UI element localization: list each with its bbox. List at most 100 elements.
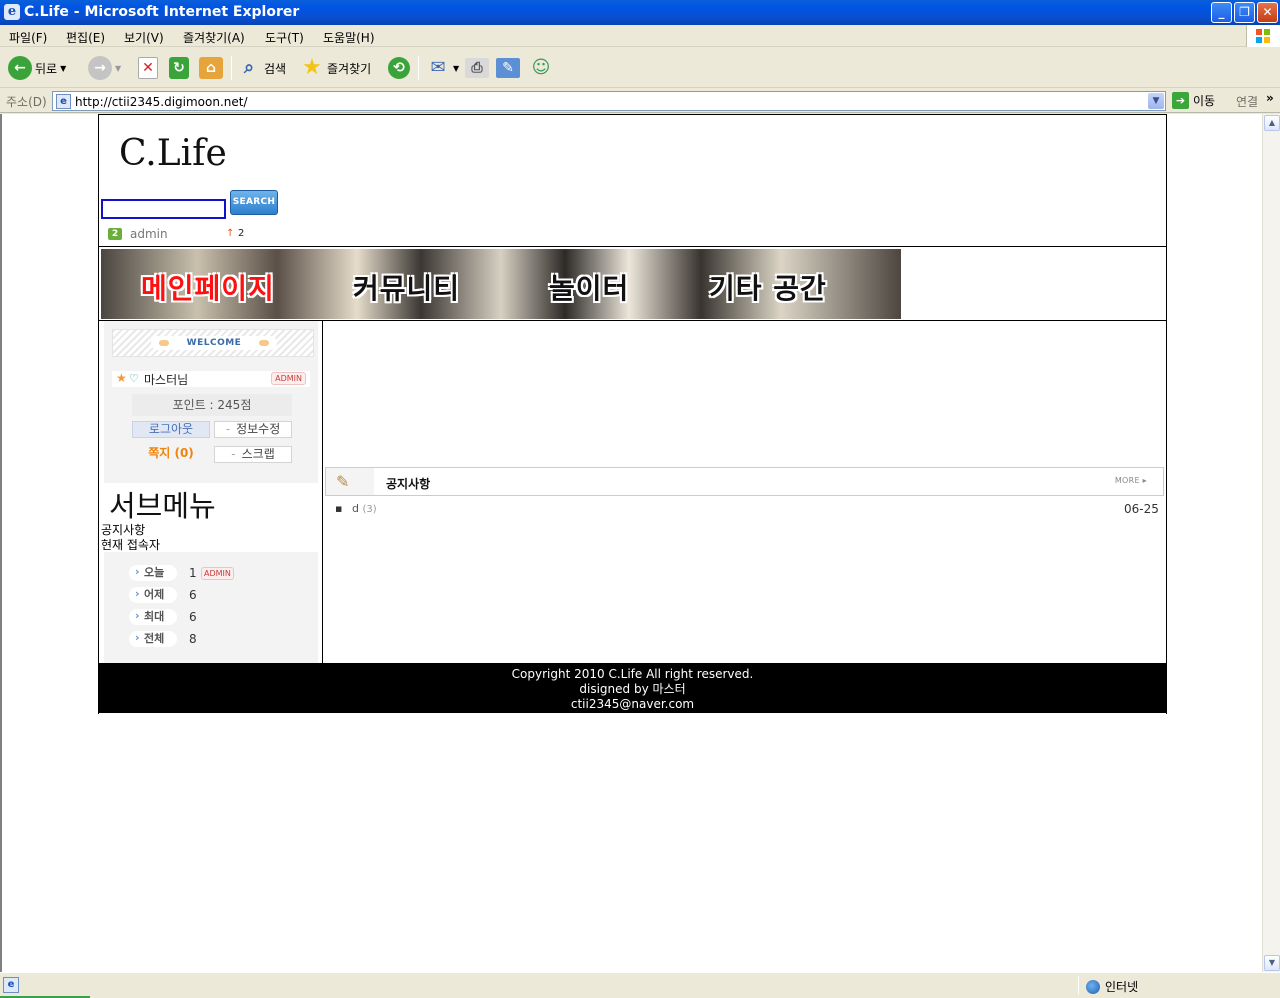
visitor-label: 오늘	[129, 564, 177, 581]
nav-playground[interactable]: 놀이터	[549, 267, 629, 307]
edit-info-label: 정보수정	[236, 422, 281, 436]
site-search-button[interactable]: SEARCH	[230, 190, 278, 215]
address-input[interactable]: e http://ctii2345.digimoon.net/ ▼	[52, 91, 1166, 111]
visitor-row-yesterday: 어제 6	[129, 586, 289, 605]
search-toolbar-label: 검색	[264, 61, 287, 76]
window-titlebar: e C.Life - Microsoft Internet Explorer _…	[0, 0, 1280, 25]
history-button[interactable]: ⟲	[388, 54, 410, 82]
go-button[interactable]: ➔ 이동	[1172, 92, 1215, 109]
edit-info-button[interactable]: - 정보수정	[214, 421, 292, 438]
notice-item[interactable]: ▪ d (3)	[335, 502, 377, 515]
windows-flag-icon	[1255, 28, 1271, 44]
edit-page-icon: ✎	[496, 58, 520, 78]
links-label[interactable]: 연결	[1236, 93, 1258, 110]
printer-icon: ⎙	[465, 58, 489, 78]
magnifier-icon: ⌕	[243, 57, 255, 78]
address-dropdown-icon[interactable]: ▼	[1148, 93, 1164, 109]
user-points: 포인트 : 245점	[132, 394, 292, 416]
refresh-icon: ↻	[169, 57, 189, 79]
minimize-button[interactable]: _	[1211, 2, 1232, 23]
go-arrow-icon: ➔	[1172, 92, 1189, 109]
star-icon: ★	[302, 55, 322, 80]
menu-view[interactable]: 보기(V)	[124, 29, 164, 46]
ie-app-icon: e	[4, 4, 20, 20]
maximize-button[interactable]: ❐	[1234, 2, 1255, 23]
menu-tools[interactable]: 도구(T)	[265, 29, 304, 46]
address-url[interactable]: http://ctii2345.digimoon.net/	[75, 95, 248, 109]
notice-title[interactable]: 공지사항	[386, 475, 430, 492]
menu-file[interactable]: 파일(F)	[9, 29, 47, 46]
forward-arrow-icon: →	[88, 56, 112, 80]
address-bar: 주소(D) e http://ctii2345.digimoon.net/ ▼ …	[0, 89, 1280, 113]
toolbar: ← 뒤로 ▼ → ▼ ✕ ↻ ⌂ ⌕ 검색 ★ 즐겨찾기 ⟲ ✉ ▼ ⎙ ✎ ☺	[0, 48, 1280, 88]
vertical-scrollbar[interactable]: ▲ ▼	[1262, 114, 1280, 972]
submenu-link-online-users[interactable]: 현재 접속자	[101, 536, 160, 553]
notice-item-date: 06-25	[1124, 502, 1159, 516]
rank-up-icon: ↑	[226, 228, 235, 239]
print-button[interactable]: ⎙	[465, 54, 489, 82]
address-label: 주소(D)	[6, 95, 47, 109]
home-icon: ⌂	[199, 57, 223, 79]
browser-viewport: C.Life SEARCH 2 admin ↑ 2 메인페이지 커뮤니티 놀이터…	[0, 114, 1262, 972]
admin-name[interactable]: admin	[130, 227, 168, 241]
messages-button[interactable]: 쪽지 (0)	[132, 446, 210, 463]
search-toolbar-button[interactable]: ⌕ 검색	[237, 54, 286, 82]
left-sidebar: WELCOME ★ ♡ 마스터님 ADMIN 포인트 : 245점 로그아웃 -…	[99, 321, 323, 664]
back-button[interactable]: ← 뒤로 ▼	[8, 54, 66, 82]
visitor-stats: 오늘 1 ADMIN 어제 6 최대 6 전체 8	[104, 552, 318, 664]
forward-button[interactable]: → ▼	[88, 54, 121, 82]
nav-other-space[interactable]: 기타 공간	[709, 267, 827, 307]
mail-icon: ✉	[430, 57, 446, 78]
admin-tag: ADMIN	[201, 567, 234, 580]
more-label: MORE	[1114, 476, 1140, 485]
menu-favorites[interactable]: 즐겨찾기(A)	[183, 29, 245, 46]
globe-icon	[1086, 979, 1100, 994]
mail-dropdown-icon[interactable]: ▼	[453, 64, 459, 73]
back-dropdown-icon[interactable]: ▼	[60, 64, 66, 73]
messenger-button[interactable]: ☺	[529, 54, 553, 82]
toolbar-separator	[418, 56, 419, 80]
nav-main-page[interactable]: 메인페이지	[141, 267, 275, 307]
nav-community[interactable]: 커뮤니티	[353, 267, 460, 307]
edit-page-button[interactable]: ✎	[496, 54, 520, 82]
footer-email: ctii2345@naver.com	[570, 697, 695, 711]
brush-icon: ✎	[336, 472, 350, 491]
admin-level-badge: 2	[108, 228, 122, 240]
favorites-button[interactable]: ★ 즐겨찾기	[300, 54, 371, 82]
dash-icon: -	[225, 422, 231, 436]
mail-button[interactable]: ✉ ▼	[426, 54, 459, 82]
window-title: C.Life - Microsoft Internet Explorer	[24, 4, 300, 20]
favorites-label: 즐겨찾기	[327, 61, 372, 76]
windows-logo	[1246, 25, 1280, 47]
stop-icon: ✕	[138, 57, 158, 79]
notice-item-title[interactable]: d	[352, 502, 359, 515]
forward-dropdown-icon[interactable]: ▼	[115, 64, 121, 73]
history-icon: ⟲	[388, 57, 410, 79]
close-button[interactable]: ✕	[1257, 2, 1278, 23]
visitor-count: 6	[189, 588, 197, 602]
logout-button[interactable]: 로그아웃	[132, 421, 210, 438]
login-box: WELCOME ★ ♡ 마스터님 ADMIN 포인트 : 245점 로그아웃 -…	[104, 321, 318, 483]
scrap-button[interactable]: - 스크랩	[214, 446, 292, 463]
scroll-up-icon[interactable]: ▲	[1264, 115, 1280, 131]
page-container: C.Life SEARCH 2 admin ↑ 2 메인페이지 커뮤니티 놀이터…	[98, 114, 1167, 714]
divider	[99, 246, 1166, 247]
menu-help[interactable]: 도움말(H)	[323, 29, 375, 46]
more-link[interactable]: MORE ▸	[1115, 476, 1147, 485]
refresh-button[interactable]: ↻	[169, 54, 189, 82]
site-search-input[interactable]	[101, 199, 226, 219]
user-name[interactable]: 마스터님	[144, 371, 188, 388]
scroll-down-icon[interactable]: ▼	[1264, 955, 1280, 971]
nav-banner: 메인페이지 커뮤니티 놀이터 기타 공간	[101, 249, 901, 319]
go-label: 이동	[1193, 94, 1216, 108]
notice-header: ✎ 공지사항 MORE ▸	[325, 467, 1164, 496]
toolbar-separator	[231, 56, 232, 80]
visitor-row-max: 최대 6	[129, 608, 289, 627]
menu-edit[interactable]: 편집(E)	[66, 29, 105, 46]
site-logo[interactable]: C.Life	[119, 133, 227, 174]
stop-button[interactable]: ✕	[138, 54, 158, 82]
home-button[interactable]: ⌂	[199, 54, 223, 82]
page-icon: e	[56, 94, 71, 109]
back-arrow-icon: ←	[8, 56, 32, 80]
links-chevron-icon[interactable]: »	[1266, 91, 1274, 105]
